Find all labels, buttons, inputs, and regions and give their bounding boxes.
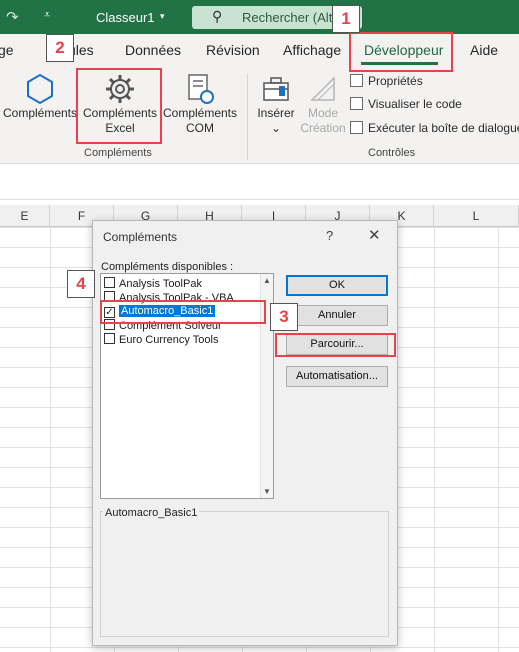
list-item[interactable]: Euro Currency Tools [104, 333, 218, 348]
annotation-badge-2: 2 [46, 34, 74, 62]
scroll-up-icon[interactable]: ▲ [263, 276, 271, 285]
group-label-complements: Compléments [84, 147, 152, 159]
chevron-down-icon[interactable]: ▾ [160, 11, 165, 22]
annotation-badge-1: 1 [332, 5, 360, 33]
redo-arrow-icon[interactable]: ↷ [6, 8, 19, 26]
description-frame [100, 511, 389, 637]
chevron-down-icon: ⌄ [270, 121, 282, 135]
list-label: Compléments disponibles : [101, 261, 234, 273]
highlight-automacro-item [100, 300, 266, 324]
design-mode-icon [310, 76, 335, 101]
checkbox[interactable] [104, 277, 115, 288]
annotation-badge-3: 3 [270, 303, 298, 331]
properties-icon [350, 74, 363, 87]
annotation-badge-4: 4 [67, 270, 95, 298]
executer-boite-dialogue-button[interactable]: Exécuter la boîte de dialogue [350, 121, 519, 135]
checkbox[interactable] [104, 333, 115, 344]
toolbox-icon [263, 77, 289, 101]
list-item[interactable]: Analysis ToolPak [104, 277, 202, 292]
run-dialog-icon [350, 121, 363, 134]
group-label-controles: Contrôles [368, 147, 416, 159]
tab-aide[interactable]: Aide [470, 42, 498, 58]
title-bar: ↷ ⩡ Classeur1 ▾ ⚲ Rechercher (Alt+ [0, 0, 519, 34]
automatisation-button[interactable]: Automatisation... [286, 366, 388, 387]
complements-com-button[interactable]: Compléments COM [160, 72, 240, 136]
complements-dialog: Compléments ? ✕ Compléments disponibles … [92, 220, 398, 646]
help-icon[interactable]: ? [326, 228, 333, 243]
inserer-button[interactable]: Insérer ⌄ [253, 72, 299, 136]
view-code-icon [350, 97, 363, 110]
column-header-e[interactable]: E [0, 205, 50, 227]
proprietes-button[interactable]: Propriétés [350, 74, 423, 88]
document-name[interactable]: Classeur1 [96, 10, 155, 25]
com-addins-icon [188, 74, 214, 104]
tab-affichage[interactable]: Affichage [283, 42, 341, 58]
tab-donnees[interactable]: Données [125, 42, 181, 58]
dialog-title: Compléments [103, 230, 178, 244]
scroll-down-icon[interactable]: ▼ [263, 487, 271, 496]
group-separator [247, 74, 248, 160]
close-icon[interactable]: ✕ [368, 226, 381, 244]
description-title: Automacro_Basic1 [103, 507, 200, 519]
mode-creation-button[interactable]: Mode Création [298, 72, 348, 136]
visualiser-code-button[interactable]: Visualiser le code [350, 97, 462, 111]
tab-accueil[interactable]: ge [0, 42, 14, 58]
highlight-parcourir-button [275, 333, 396, 357]
tab-revision[interactable]: Révision [206, 42, 260, 58]
search-placeholder: Rechercher (Alt+ [242, 10, 340, 25]
search-icon: ⚲ [212, 8, 223, 24]
formula-bar[interactable] [0, 172, 519, 200]
hexagon-addins-icon [27, 73, 53, 105]
highlight-complements-excel [76, 68, 162, 144]
customize-qat-icon[interactable]: ⩡ [44, 9, 50, 22]
highlight-developpeur-tab [349, 32, 453, 72]
ok-button[interactable]: OK [286, 275, 388, 296]
annuler-button[interactable]: Annuler [286, 305, 388, 326]
column-header-l[interactable]: L [434, 205, 519, 227]
complements-button[interactable]: Compléments [2, 72, 78, 121]
